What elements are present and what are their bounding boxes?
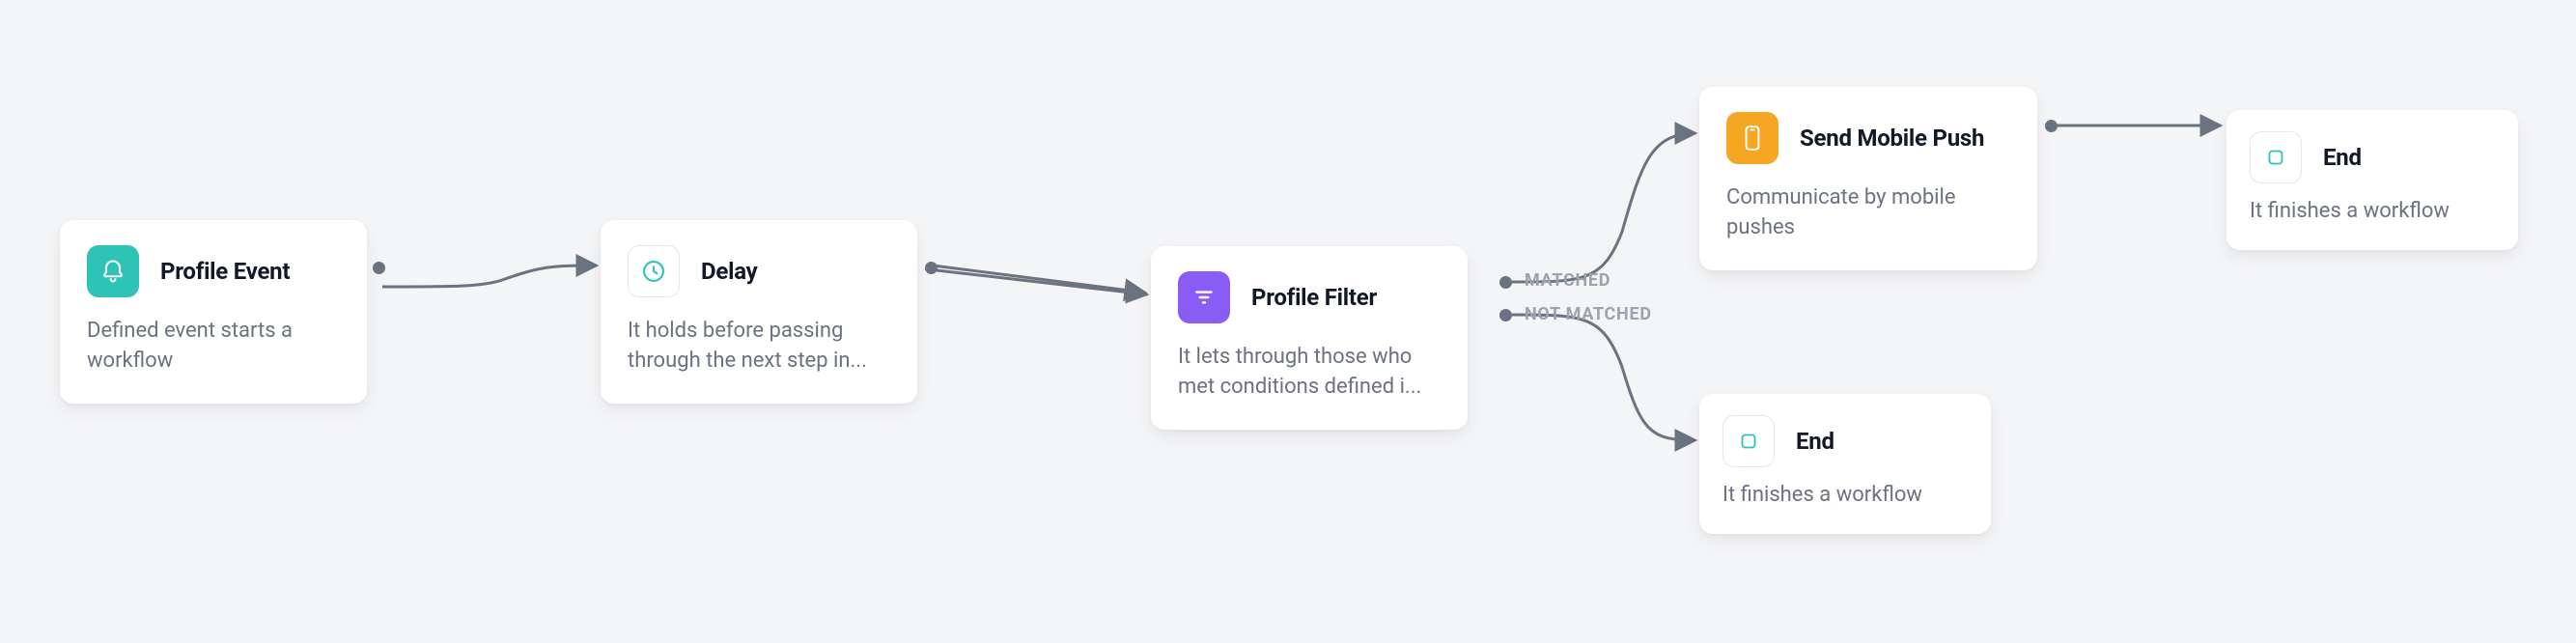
stop-icon <box>1722 415 1775 467</box>
node-profile-filter[interactable]: Profile Filter It lets through those who… <box>1151 246 1468 430</box>
node-output-dot <box>373 262 385 274</box>
node-title: Profile Filter <box>1251 284 1377 311</box>
node-desc: It finishes a workflow <box>1722 481 1968 511</box>
node-delay[interactable]: Delay It holds before passing through th… <box>601 220 917 404</box>
node-output-dot <box>925 262 938 274</box>
node-output-dot <box>1499 309 1512 322</box>
node-desc: Communicate by mobile pushes <box>1726 183 2010 243</box>
node-send-mobile-push[interactable]: Send Mobile Push Communicate by mobile p… <box>1699 87 2037 270</box>
bell-icon <box>87 245 139 297</box>
node-desc: Defined event starts a workflow <box>87 317 340 377</box>
node-title: Profile Event <box>160 258 290 285</box>
node-title: Delay <box>701 258 757 285</box>
node-profile-event[interactable]: Profile Event Defined event starts a wor… <box>60 220 367 404</box>
node-desc: It finishes a workflow <box>2250 197 2495 227</box>
node-title: Send Mobile Push <box>1800 125 1984 152</box>
clock-icon <box>628 245 680 297</box>
node-end-top[interactable]: End It finishes a workflow <box>2226 110 2518 250</box>
node-output-dot <box>2045 120 2058 132</box>
stop-icon <box>2250 131 2302 183</box>
node-title: End <box>1796 428 1834 455</box>
branch-label-not-matched: NOT MATCHED <box>1525 304 1652 324</box>
node-desc: It lets through those who met conditions… <box>1178 343 1441 403</box>
node-desc: It holds before passing through the next… <box>628 317 890 377</box>
node-output-dot <box>1499 276 1512 289</box>
branch-label-matched: MATCHED <box>1525 270 1610 291</box>
node-title: End <box>2323 144 2362 171</box>
node-end-bottom[interactable]: End It finishes a workflow <box>1699 394 1991 534</box>
mobile-icon <box>1726 112 1778 164</box>
filter-icon <box>1178 271 1230 323</box>
